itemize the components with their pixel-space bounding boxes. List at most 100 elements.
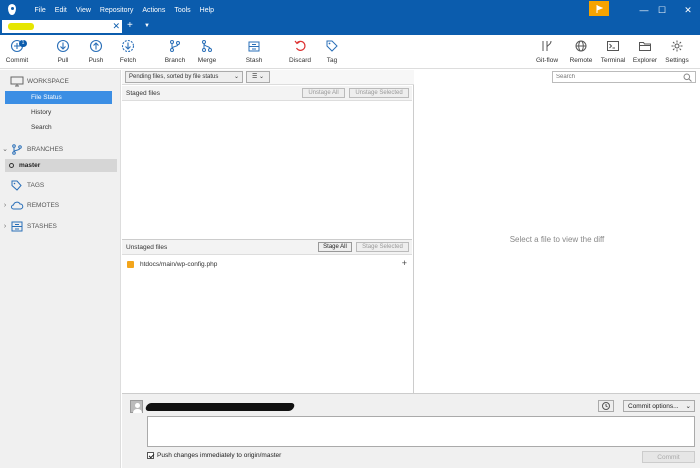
tag-icon [326, 40, 338, 52]
push-immediately-label: Push changes immediately to origin/maste… [157, 452, 282, 459]
menu-bar: File Edit View Repository Actions Tools … [30, 7, 219, 14]
fetch-icon [121, 39, 135, 53]
discard-label: Discard [288, 57, 312, 64]
toolbar: 1 Commit Pull Push Fetch Branch Merge St… [0, 35, 700, 69]
menu-help[interactable]: Help [195, 7, 218, 14]
tab-list-dropdown[interactable]: ▼ [144, 23, 150, 29]
sidebar-item-file-status[interactable]: File Status [5, 91, 112, 104]
list-icon: ☰ [251, 74, 258, 80]
new-tab-button[interactable]: + [127, 20, 133, 31]
stash-button[interactable]: Stash [237, 39, 271, 64]
unstage-all-button[interactable]: Unstage All [302, 88, 345, 98]
modified-file-icon [127, 261, 134, 268]
menu-file[interactable]: File [30, 7, 50, 14]
stashes-section[interactable]: › STASHES [0, 219, 121, 233]
branches-section[interactable]: ⌄ BRANCHES [0, 142, 121, 156]
flag-button[interactable] [589, 1, 609, 16]
remote-button[interactable]: Remote [564, 39, 598, 64]
diff-empty-message: Select a file to view the diff [509, 234, 605, 244]
title-bar: File Edit View Repository Actions Tools … [0, 0, 700, 20]
tags-section[interactable]: TAGS [0, 178, 121, 192]
settings-button[interactable]: Settings [660, 39, 694, 64]
branch-icon [12, 143, 22, 155]
unstaged-files-header: Unstaged files Stage All Stage Selected [122, 240, 412, 255]
current-branch-icon [9, 163, 14, 168]
unstaged-files-list: htdocs/main/wp-config.php + [122, 255, 412, 393]
chevron-down-icon: ⌄ [233, 74, 239, 80]
chevron-down-icon: ⌄ [259, 74, 265, 80]
menu-view[interactable]: View [71, 7, 95, 14]
menu-tools[interactable]: Tools [170, 7, 195, 14]
remotes-section[interactable]: › REMOTES [0, 198, 121, 212]
branches-label: BRANCHES [27, 145, 64, 153]
explorer-icon [639, 42, 651, 51]
search-input[interactable] [556, 74, 681, 80]
remote-label: Remote [569, 57, 593, 64]
stash-icon [11, 221, 23, 231]
tag-label: Tag [326, 57, 338, 64]
branch-label: Branch [164, 57, 186, 64]
tab-close-icon[interactable]: ✕ [112, 21, 120, 32]
file-sort-dropdown[interactable]: Pending files, sorted by file status ⌄ [125, 71, 243, 83]
stage-all-button[interactable]: Stage All [318, 242, 352, 252]
stage-file-plus-icon[interactable]: + [402, 258, 407, 268]
commit-message-input[interactable] [148, 417, 694, 446]
chevron-right-icon: › [3, 201, 7, 209]
flag-icon [596, 4, 603, 13]
file-sort-label: Pending files, sorted by file status [129, 74, 219, 80]
git-flow-icon [542, 40, 552, 51]
repository-tab-strip: ✕ + ▼ [0, 20, 700, 35]
terminal-button[interactable]: Terminal [596, 39, 630, 64]
chevron-down-icon: ⌄ [2, 146, 8, 153]
redacted-author-name [144, 403, 296, 411]
fetch-button[interactable]: Fetch [111, 39, 145, 64]
tag-button[interactable]: Tag [315, 39, 349, 64]
push-label: Push [88, 57, 104, 64]
search-box[interactable] [552, 71, 696, 83]
view-mode-dropdown[interactable]: ☰ ⌄ [246, 71, 270, 83]
git-flow-label: Git-flow [535, 57, 559, 64]
diff-panel: Select a file to view the diff [413, 85, 700, 393]
staged-files-title: Staged files [126, 89, 160, 97]
sidebar-item-master[interactable]: master [5, 159, 117, 172]
stash-icon [248, 41, 260, 52]
commit-message-box[interactable] [147, 416, 695, 447]
menu-repository[interactable]: Repository [95, 7, 137, 14]
commit-submit-button[interactable]: Commit [642, 451, 695, 463]
explorer-button[interactable]: Explorer [628, 39, 662, 64]
pull-button[interactable]: Pull [46, 39, 80, 64]
stage-selected-button[interactable]: Stage Selected [356, 242, 409, 252]
menu-edit[interactable]: Edit [50, 7, 71, 14]
pending-count-badge: 1 [19, 40, 27, 47]
discard-button[interactable]: Discard [283, 39, 317, 64]
branch-button[interactable]: Branch [158, 39, 192, 64]
unstage-selected-button[interactable]: Unstage Selected [349, 88, 409, 98]
redacted-repo-name [8, 23, 34, 30]
filter-bar: Pending files, sorted by file status ⌄ ☰… [122, 70, 414, 85]
commit-button[interactable]: 1 Commit [0, 39, 34, 64]
git-flow-button[interactable]: Git-flow [530, 39, 564, 64]
sidebar: WORKSPACE File Status History Search ⌄ B… [0, 70, 121, 468]
unstaged-files-title: Unstaged files [126, 243, 168, 251]
menu-actions[interactable]: Actions [138, 7, 170, 14]
merge-label: Merge [197, 57, 217, 64]
workspace-section[interactable]: WORKSPACE [0, 74, 121, 88]
close-window-button[interactable]: ✕ [670, 0, 700, 20]
tag-icon [11, 180, 22, 191]
explorer-label: Explorer [632, 57, 658, 64]
sidebar-item-history[interactable]: History [5, 106, 112, 119]
push-immediately-checkbox[interactable]: Push changes immediately to origin/maste… [147, 452, 281, 459]
checkbox-checked-icon[interactable] [147, 452, 154, 459]
file-path: htdocs/main/wp-config.php [140, 261, 218, 268]
merge-icon [202, 40, 212, 52]
push-button[interactable]: Push [79, 39, 113, 64]
sidebar-item-search[interactable]: Search [5, 121, 112, 134]
terminal-icon [607, 41, 619, 51]
repository-tab[interactable]: ✕ [2, 20, 122, 35]
commit-history-button[interactable] [598, 400, 614, 412]
merge-button[interactable]: Merge [190, 39, 224, 64]
avatar [130, 400, 143, 413]
commit-options-dropdown[interactable]: Commit options... ⌄ [623, 400, 695, 412]
list-item[interactable]: htdocs/main/wp-config.php + [127, 258, 409, 270]
staged-files-list [122, 101, 412, 240]
